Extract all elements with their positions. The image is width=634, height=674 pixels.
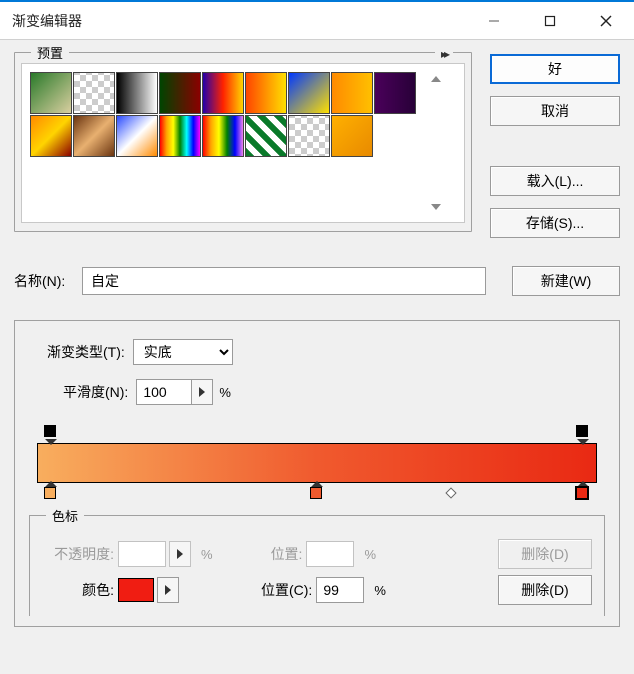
opacity-label: 不透明度: (42, 544, 114, 564)
presets-frame: 预置 ▸▸ (14, 52, 472, 232)
color-label: 颜色: (42, 580, 114, 600)
preset-swatch[interactable] (159, 72, 201, 114)
preset-swatch[interactable] (331, 115, 373, 157)
opacity-stop[interactable] (44, 425, 58, 439)
maximize-button[interactable] (522, 2, 578, 40)
gradient-type-label: 渐变类型(T): (47, 342, 125, 362)
cancel-button[interactable]: 取消 (490, 96, 620, 126)
color-stop-row: 颜色: 位置(C): % 删除(D) (42, 572, 592, 608)
presets-label: 预置 (31, 43, 69, 62)
preset-swatch[interactable] (30, 72, 72, 114)
preset-swatch[interactable] (202, 115, 244, 157)
scroll-up-icon[interactable] (431, 76, 441, 82)
preset-swatch[interactable] (288, 115, 330, 157)
preset-swatch-grid (30, 72, 425, 214)
smoothness-unit: % (219, 385, 231, 400)
preset-swatch[interactable] (73, 72, 115, 114)
opacity-input (118, 541, 166, 567)
color-stop[interactable] (576, 487, 590, 501)
smoothness-stepper[interactable] (191, 379, 213, 405)
window-title: 渐变编辑器 (12, 11, 466, 31)
color-swatch[interactable] (118, 578, 154, 602)
minimize-button[interactable] (466, 2, 522, 40)
gradient-bar[interactable] (37, 443, 597, 483)
delete-opacity-stop-button: 删除(D) (498, 539, 592, 569)
preset-swatch[interactable] (159, 115, 201, 157)
color-position-input[interactable] (316, 577, 364, 603)
preset-swatch[interactable] (331, 72, 373, 114)
preset-swatch[interactable] (202, 72, 244, 114)
smoothness-input[interactable] (136, 379, 192, 405)
opacity-position-label: 位置: (271, 544, 303, 564)
preset-swatch[interactable] (30, 115, 72, 157)
color-stepper[interactable] (157, 577, 179, 603)
preset-swatch[interactable] (116, 72, 158, 114)
name-label: 名称(N): (14, 271, 74, 291)
delete-color-stop-button[interactable]: 删除(D) (498, 575, 592, 605)
preset-swatch[interactable] (73, 115, 115, 157)
opacity-position-input (306, 541, 354, 567)
preset-swatch[interactable] (245, 72, 287, 114)
gradient-frame: 渐变类型(T): 实底 平滑度(N): % 色标 不透明度: (14, 320, 620, 627)
opacity-stop-row: 不透明度: % 位置: % 删除(D) (42, 536, 592, 572)
scroll-down-icon[interactable] (431, 204, 441, 210)
opacity-stepper (169, 541, 191, 567)
color-stops-frame: 色标 不透明度: % 位置: % 删除(D) 颜色: (29, 515, 605, 616)
color-stop[interactable] (310, 487, 324, 501)
preset-swatch[interactable] (245, 115, 287, 157)
save-button[interactable]: 存储(S)... (490, 208, 620, 238)
color-stops-label: 色标 (46, 506, 84, 525)
preset-scrollbar[interactable] (427, 72, 445, 214)
name-input[interactable] (82, 267, 486, 295)
opacity-stop[interactable] (576, 425, 590, 439)
gradient-editor[interactable] (29, 419, 605, 509)
new-button[interactable]: 新建(W) (512, 266, 620, 296)
smoothness-label: 平滑度(N): (63, 382, 128, 402)
presets-menu-icon[interactable]: ▸▸ (435, 47, 453, 61)
load-button[interactable]: 载入(L)... (490, 166, 620, 196)
titlebar: 渐变编辑器 (0, 2, 634, 40)
midpoint-diamond[interactable] (446, 487, 457, 498)
gradient-type-select[interactable]: 实底 (133, 339, 233, 365)
preset-swatch[interactable] (116, 115, 158, 157)
preset-swatch[interactable] (288, 72, 330, 114)
color-position-label: 位置(C): (261, 580, 312, 600)
color-stop[interactable] (44, 487, 58, 501)
close-button[interactable] (578, 2, 634, 40)
preset-swatch[interactable] (374, 72, 416, 114)
ok-button[interactable]: 好 (490, 54, 620, 84)
